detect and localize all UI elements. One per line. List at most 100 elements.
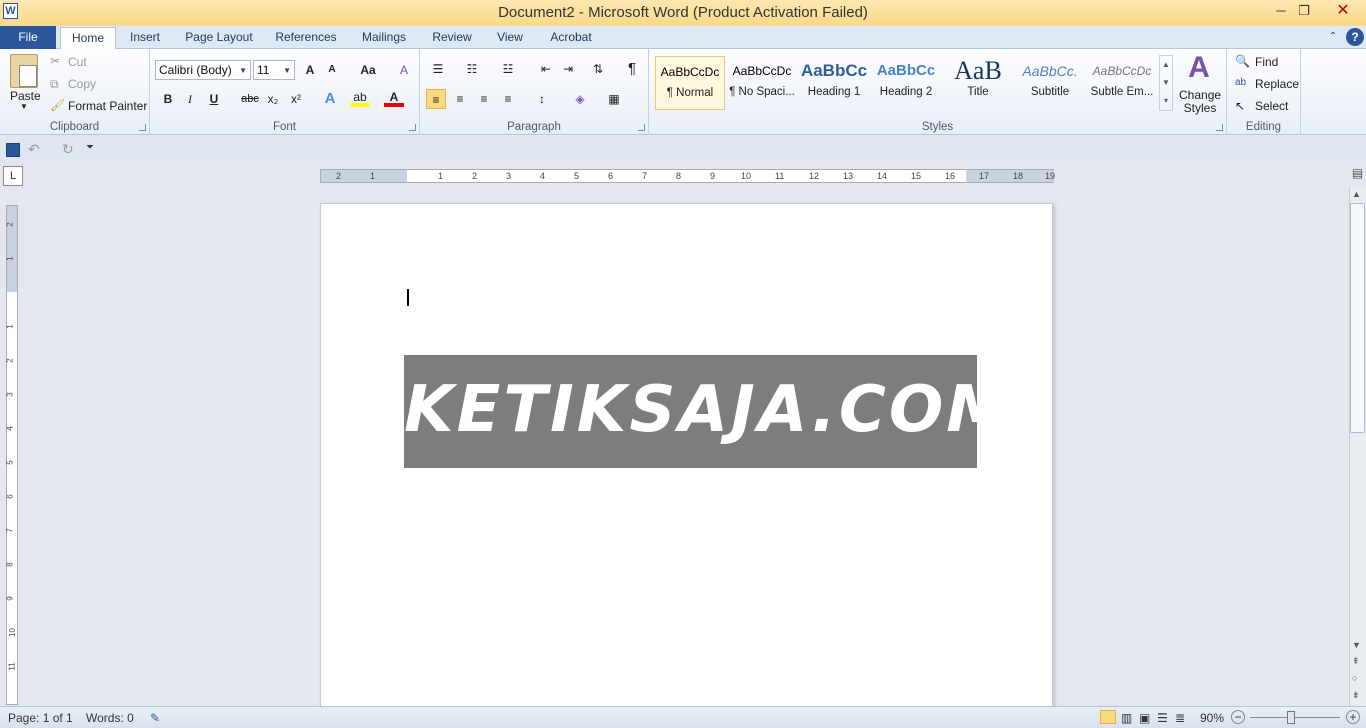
clear-formatting-button[interactable]: A <box>394 60 414 80</box>
outline-icon[interactable]: ☰ <box>1157 711 1168 725</box>
subscript-button[interactable]: x₂ <box>263 89 283 109</box>
clipboard-label: Clipboard <box>49 121 100 133</box>
italic-button[interactable]: I <box>180 89 200 109</box>
zoom-slider[interactable] <box>1250 717 1340 718</box>
tab-references[interactable]: References <box>270 27 342 49</box>
tab-view[interactable]: View <box>490 27 530 49</box>
ruler-number: 14 <box>877 171 888 181</box>
align-center-icon[interactable]: ≡ <box>450 89 470 109</box>
grow-font-button[interactable]: A <box>300 60 320 80</box>
print-layout-icon[interactable] <box>1100 710 1116 724</box>
show-formatting-button[interactable]: ¶ <box>622 59 642 79</box>
select-button[interactable]: Select <box>1255 99 1288 113</box>
undo-icon[interactable]: ↶ <box>28 141 40 158</box>
scroll-up-icon[interactable]: ▲ <box>1352 189 1361 199</box>
vertical-ruler[interactable]: 2 1 1 2 3 4 5 6 7 8 9 10 11 <box>6 205 18 705</box>
font-launcher-icon[interactable] <box>409 124 416 131</box>
change-styles-button[interactable]: Change Styles <box>1179 89 1221 115</box>
numbering-icon[interactable]: ☷ <box>462 59 482 79</box>
font-name-combo[interactable]: Calibri (Body) ▼ <box>155 60 251 80</box>
paste-icon[interactable] <box>10 54 38 88</box>
align-left-icon[interactable]: ≡ <box>426 89 446 109</box>
line-spacing-icon[interactable]: ↕ <box>532 89 552 109</box>
restore-button[interactable]: ❐ <box>1291 2 1317 22</box>
paste-dropdown-icon[interactable]: ▼ <box>20 102 28 111</box>
decrease-indent-icon[interactable]: ⇤ <box>536 59 556 79</box>
save-icon[interactable] <box>6 143 20 157</box>
style-no-spacing[interactable]: AaBbCcDc ¶ No Spaci... <box>727 56 797 110</box>
web-layout-icon[interactable]: ▣ <box>1139 711 1150 725</box>
justify-icon[interactable]: ≡ <box>498 89 518 109</box>
align-right-icon[interactable]: ≡ <box>474 89 494 109</box>
styles-gallery-scroll[interactable]: ▲ ▼ ▾ <box>1159 55 1173 111</box>
draft-icon[interactable]: ≣ <box>1175 711 1185 725</box>
full-screen-reading-icon[interactable]: ▥ <box>1121 711 1132 725</box>
tab-mailings[interactable]: Mailings <box>354 27 414 49</box>
title-bar: Document2 - Microsoft Word (Product Acti… <box>0 0 1366 26</box>
tab-acrobat[interactable]: Acrobat <box>544 27 598 49</box>
sort-icon[interactable]: ⇅ <box>588 59 608 79</box>
font-size-combo[interactable]: 11 ▼ <box>253 60 295 80</box>
customize-qat-icon[interactable]: ⏷ <box>86 142 94 153</box>
change-case-button[interactable]: Aa <box>355 60 381 80</box>
borders-icon[interactable]: ▦ <box>604 89 624 109</box>
zoom-in-icon[interactable]: + <box>1346 710 1360 724</box>
next-page-icon[interactable]: ⇟ <box>1352 690 1360 701</box>
tab-review[interactable]: Review <box>426 27 478 49</box>
ruler-number: 8 <box>5 562 15 567</box>
increase-indent-icon[interactable]: ⇥ <box>558 59 578 79</box>
paragraph-launcher-icon[interactable] <box>638 124 645 131</box>
previous-page-icon[interactable]: ⇞ <box>1352 656 1360 667</box>
bold-button[interactable]: B <box>158 89 178 109</box>
tab-home[interactable]: Home <box>60 27 116 50</box>
ruler-number: 6 <box>608 171 614 181</box>
shrink-font-button[interactable]: A <box>322 60 342 80</box>
word-app-icon[interactable]: W <box>3 3 18 19</box>
bullets-icon[interactable]: ☰ <box>428 59 448 79</box>
replace-button[interactable]: Replace <box>1255 77 1299 91</box>
strikethrough-button[interactable]: abc <box>238 89 262 109</box>
page-count[interactable]: Page: 1 of 1 <box>8 711 73 725</box>
select-browse-object-icon[interactable]: ○ <box>1352 673 1357 683</box>
zoom-slider-thumb[interactable] <box>1287 711 1295 724</box>
clipboard-launcher-icon[interactable] <box>139 124 146 131</box>
copy-button[interactable]: Copy <box>68 77 96 91</box>
scroll-down-icon[interactable]: ▼ <box>1352 640 1361 650</box>
zoom-out-icon[interactable]: − <box>1231 710 1245 724</box>
text-effects-button[interactable]: A <box>320 89 340 109</box>
style-title[interactable]: AaB Title <box>943 56 1013 110</box>
paste-button[interactable]: Paste <box>10 89 41 103</box>
style-subtitle[interactable]: AaBbCc. Subtitle <box>1015 56 1085 110</box>
proofing-icon[interactable]: ✎ <box>150 711 160 725</box>
underline-button[interactable]: U <box>204 89 224 109</box>
multilevel-list-icon[interactable]: ☳ <box>498 59 518 79</box>
inserted-image[interactable]: KETIKSAJA.COM <box>404 355 1010 468</box>
tab-insert[interactable]: Insert <box>122 27 168 49</box>
view-ruler-icon[interactable]: ▤ <box>1349 166 1366 186</box>
cut-button[interactable]: Cut <box>68 55 87 69</box>
horizontal-ruler[interactable]: 2 1 1 2 3 4 5 6 7 8 9 10 11 12 13 14 15 … <box>320 169 1055 183</box>
zoom-level[interactable]: 90% <box>1200 711 1224 725</box>
highlight-button[interactable]: ab <box>350 89 370 107</box>
redo-icon[interactable]: ↻ <box>62 141 74 158</box>
styles-launcher-icon[interactable] <box>1216 124 1223 131</box>
minimize-ribbon-icon[interactable]: ⌃ <box>1324 27 1342 49</box>
help-icon[interactable]: ? <box>1346 28 1364 46</box>
tab-page-layout[interactable]: Page Layout <box>180 27 258 49</box>
tab-selector[interactable]: L <box>3 166 23 186</box>
scrollbar-thumb[interactable] <box>1350 203 1365 433</box>
format-painter-button[interactable]: Format Painter <box>68 99 147 113</box>
superscript-button[interactable]: x² <box>286 89 306 109</box>
font-color-button[interactable]: A <box>384 89 404 107</box>
style-heading-2[interactable]: AaBbCc Heading 2 <box>871 56 941 110</box>
word-count[interactable]: Words: 0 <box>86 711 134 725</box>
close-button[interactable]: ✕ <box>1325 2 1361 22</box>
format-painter-icon: 🖌 <box>50 98 66 112</box>
style-normal[interactable]: AaBbCcDc ¶ Normal <box>655 56 725 110</box>
shading-icon[interactable]: ◈ <box>570 89 590 109</box>
style-preview: AaBbCc <box>876 62 936 79</box>
style-heading-1[interactable]: AaBbCc Heading 1 <box>799 56 869 110</box>
style-subtle-emphasis[interactable]: AaBbCcDc Subtle Em... <box>1087 56 1157 110</box>
find-button[interactable]: Find <box>1255 55 1278 69</box>
tab-file[interactable]: File <box>0 26 56 49</box>
